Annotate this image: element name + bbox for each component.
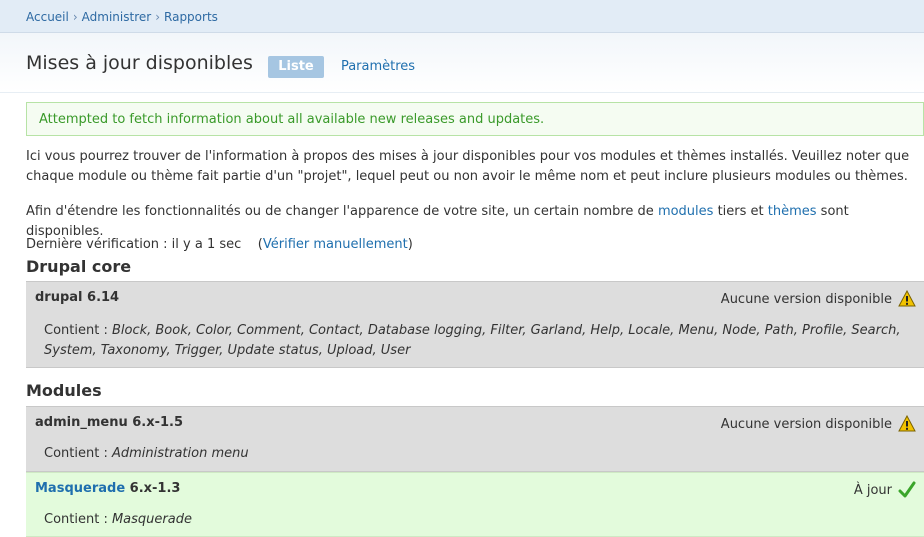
- tab-liste[interactable]: Liste: [268, 56, 324, 78]
- project-masquerade: Masquerade 6.x-1.3 À jour Contient : Mas…: [26, 472, 924, 537]
- breadcrumb-home[interactable]: Accueil: [26, 10, 69, 24]
- contains-list: Block, Book, Color, Comment, Contact, Da…: [44, 323, 901, 358]
- contains-label: Contient :: [44, 446, 108, 461]
- project-admin-menu: admin_menu 6.x-1.5 Aucune version dispon…: [26, 406, 924, 472]
- warning-icon: [898, 290, 916, 307]
- project-status: À jour: [854, 481, 916, 499]
- section-title-core: Drupal core: [26, 257, 132, 276]
- project-contains: Contient : Administration menu: [44, 444, 904, 464]
- breadcrumb: Accueil › Administrer › Rapports: [26, 10, 218, 24]
- intro-text-before: Afin d'étendre les fonctionnalités ou de…: [26, 204, 658, 219]
- breadcrumb-bar: Accueil › Administrer › Rapports: [0, 0, 924, 33]
- breadcrumb-rapports[interactable]: Rapports: [164, 10, 218, 24]
- project-status: Aucune version disponible: [721, 415, 916, 433]
- last-check: Dernière vérification : il y a 1 sec (Vé…: [26, 237, 413, 252]
- project-name: drupal 6.14: [35, 290, 120, 305]
- section-title-modules: Modules: [26, 381, 102, 400]
- tab-parametres[interactable]: Paramètres: [334, 56, 422, 78]
- project-version: 6.x-1.3: [129, 481, 181, 496]
- contains-list: Masquerade: [111, 512, 192, 527]
- last-check-close: ): [407, 237, 413, 252]
- status-text: Aucune version disponible: [720, 291, 892, 307]
- project-contains: Contient : Masquerade: [44, 510, 904, 530]
- project-link-masquerade[interactable]: Masquerade: [35, 481, 125, 496]
- themes-link[interactable]: thèmes: [768, 204, 817, 219]
- check-icon: [898, 481, 916, 498]
- intro-links-paragraph: Afin d'étendre les fonctionnalités ou de…: [26, 202, 918, 242]
- project-name: admin_menu 6.x-1.5: [35, 415, 184, 430]
- contains-label: Contient :: [44, 323, 108, 338]
- project-name: Masquerade 6.x-1.3: [35, 481, 180, 496]
- project-status: Aucune version disponible: [721, 290, 916, 308]
- project-drupal: drupal 6.14 Aucune version disponible Co…: [26, 281, 924, 368]
- page-title: Mises à jour disponibles: [26, 52, 253, 74]
- last-check-label: Dernière vérification : il y a 1 sec: [26, 237, 242, 252]
- status-text: À jour: [853, 482, 892, 498]
- status-message: Attempted to fetch information about all…: [26, 102, 924, 136]
- warning-icon: [898, 415, 916, 432]
- intro-text-mid: tiers et: [713, 204, 768, 219]
- breadcrumb-separator: ›: [72, 10, 78, 24]
- project-contains: Contient : Block, Book, Color, Comment, …: [44, 321, 904, 361]
- check-manually-link[interactable]: Vérifier manuellement: [263, 237, 408, 252]
- breadcrumb-separator: ›: [155, 10, 161, 24]
- modules-link[interactable]: modules: [658, 204, 714, 219]
- status-text: Aucune version disponible: [720, 416, 892, 432]
- breadcrumb-administrer[interactable]: Administrer: [82, 10, 152, 24]
- page-header: Mises à jour disponibles Liste Paramètre…: [0, 33, 924, 93]
- contains-list: Administration menu: [111, 446, 249, 461]
- contains-label: Contient :: [44, 512, 108, 527]
- intro-paragraph: Ici vous pourrez trouver de l'informatio…: [26, 149, 910, 184]
